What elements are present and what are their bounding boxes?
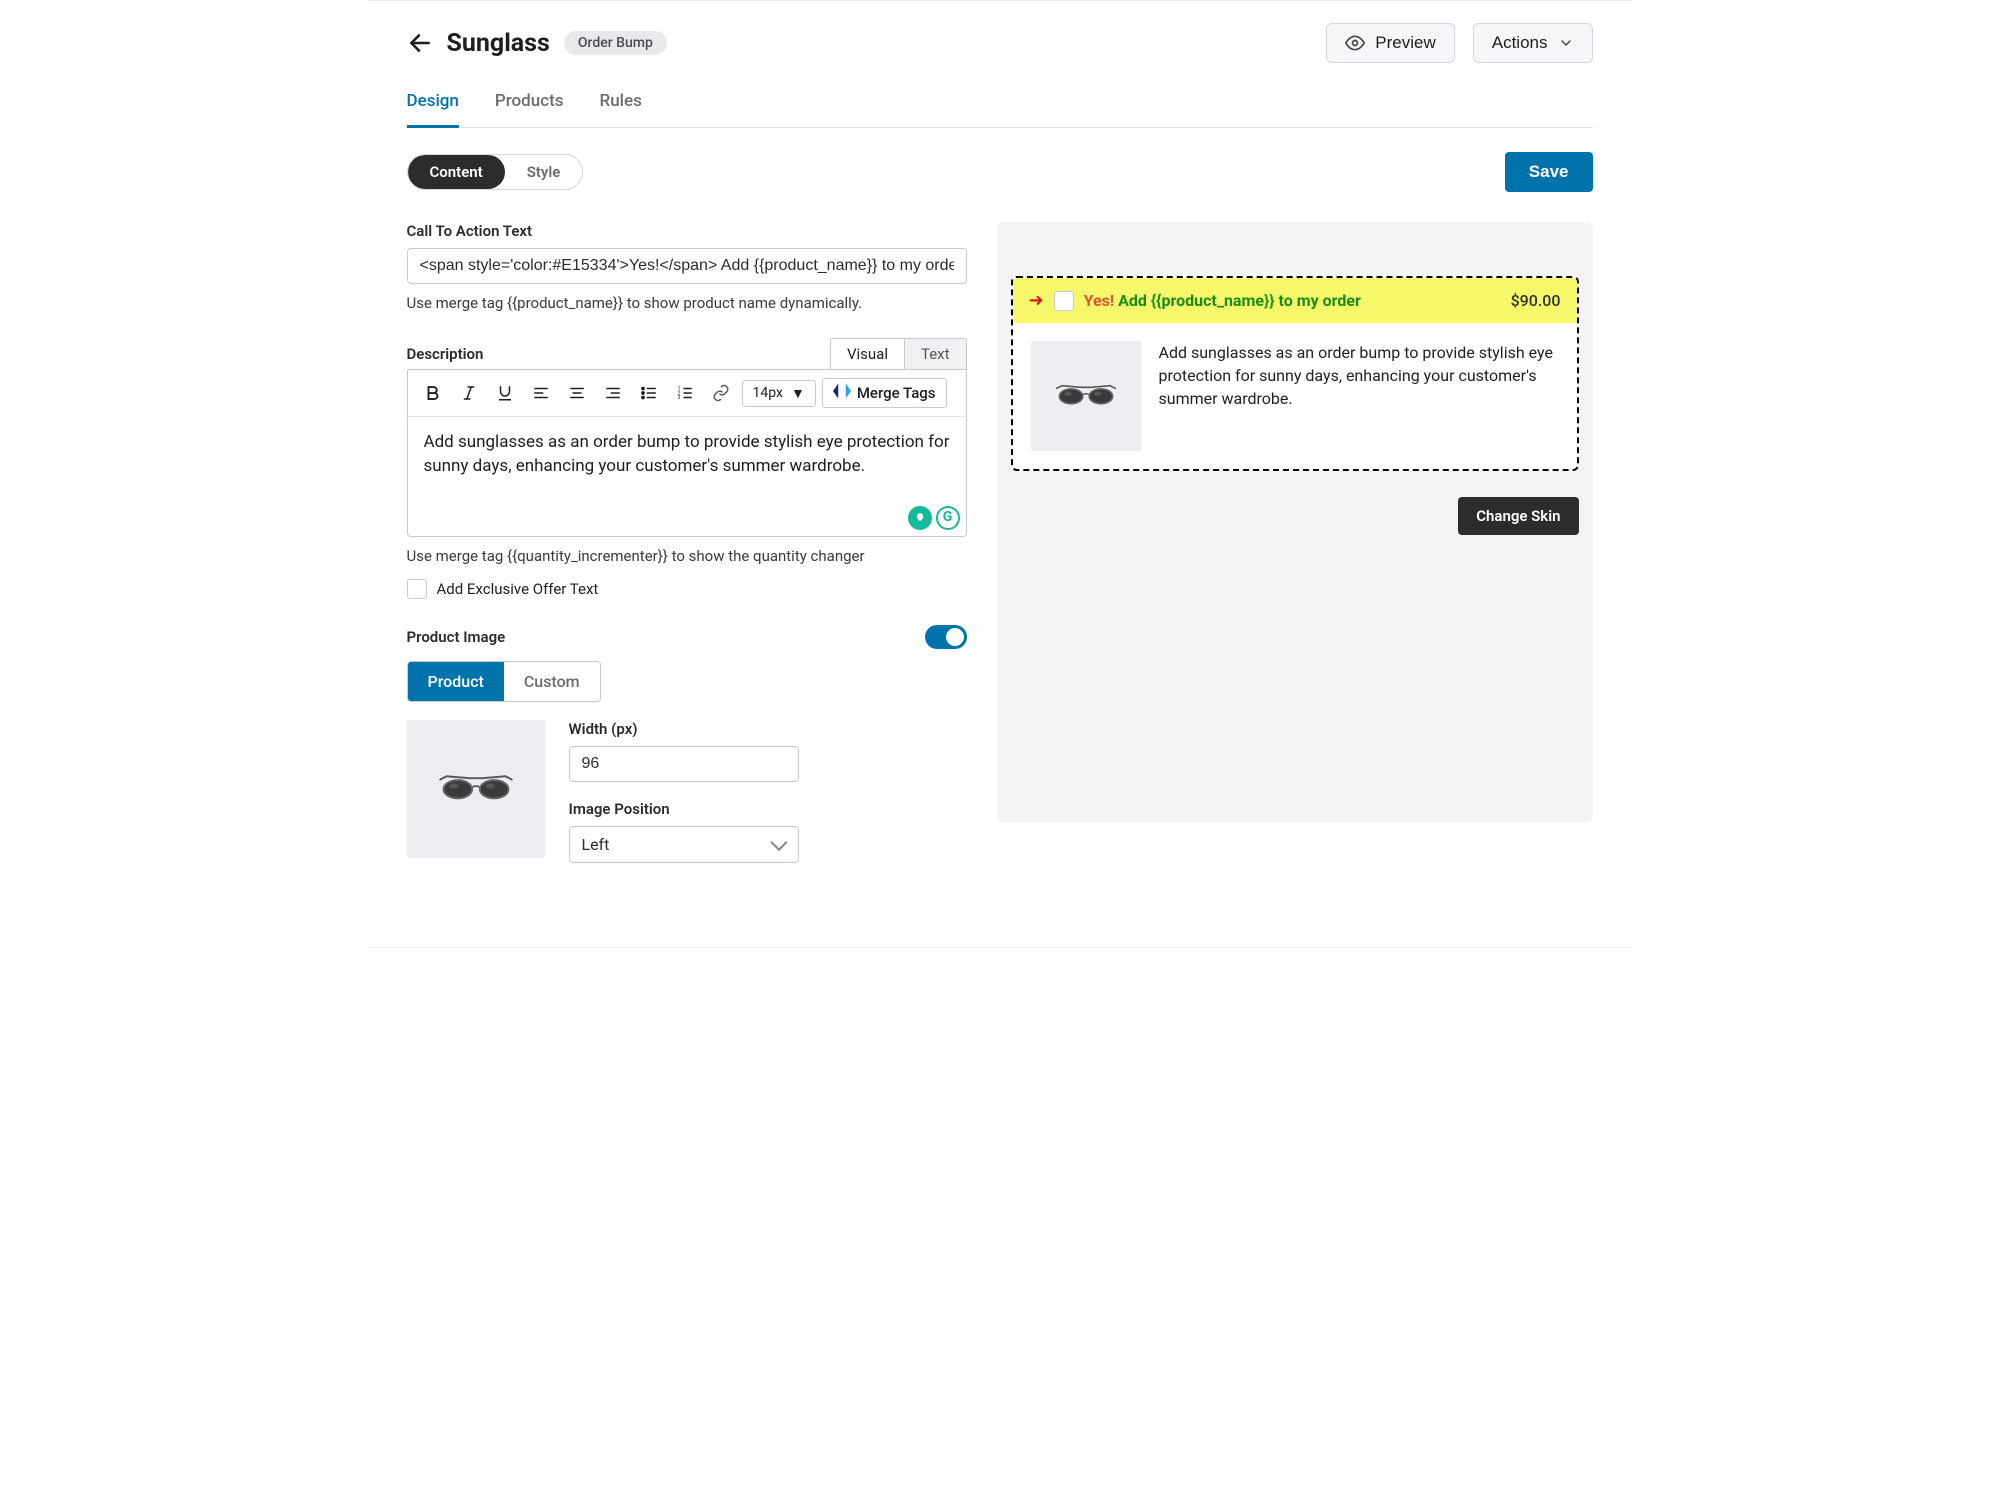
svg-text:3: 3 bbox=[677, 395, 680, 401]
back-arrow-icon[interactable] bbox=[407, 30, 433, 56]
image-position-select[interactable]: Left bbox=[569, 826, 799, 863]
image-source-toggle: Product Custom bbox=[407, 661, 601, 702]
save-button[interactable]: Save bbox=[1505, 152, 1593, 192]
caret-down-icon: ▼ bbox=[791, 385, 805, 402]
custom-image-tab[interactable]: Custom bbox=[504, 662, 600, 701]
page-header: Sunglass Order Bump Preview Actions bbox=[407, 1, 1593, 85]
change-skin-button[interactable]: Change Skin bbox=[1458, 497, 1578, 535]
bump-price: $90.00 bbox=[1511, 291, 1561, 310]
description-helper: Use merge tag {{quantity_incrementer}} t… bbox=[407, 547, 967, 565]
text-tab[interactable]: Text bbox=[904, 339, 966, 369]
editor-toolbar: 123 14px ▼ Merge Tags bbox=[407, 369, 967, 417]
content-pill[interactable]: Content bbox=[408, 155, 505, 189]
description-label: Description bbox=[407, 345, 484, 363]
page-title: Sunglass bbox=[447, 29, 550, 58]
actions-dropdown[interactable]: Actions bbox=[1473, 23, 1593, 63]
helper-badge-icon[interactable] bbox=[908, 506, 932, 530]
cta-helper: Use merge tag {{product_name}} to show p… bbox=[407, 294, 967, 312]
product-image-tab[interactable]: Product bbox=[408, 662, 504, 701]
bump-checkbox[interactable] bbox=[1054, 291, 1074, 311]
merge-tags-label: Merge Tags bbox=[857, 384, 936, 402]
tab-rules[interactable]: Rules bbox=[600, 85, 642, 128]
order-bump-preview: ➜ Yes! Add {{product_name}} to my order … bbox=[1011, 276, 1579, 471]
chevron-down-icon bbox=[1558, 35, 1574, 51]
align-left-icon[interactable] bbox=[526, 378, 556, 408]
merge-tags-icon bbox=[833, 383, 851, 403]
exclusive-offer-label: Add Exclusive Offer Text bbox=[437, 580, 599, 598]
align-center-icon[interactable] bbox=[562, 378, 592, 408]
preview-label: Preview bbox=[1375, 33, 1435, 53]
cta-input[interactable] bbox=[407, 248, 967, 284]
description-section: Description Visual Text 123 bbox=[407, 338, 967, 599]
bullet-list-icon[interactable] bbox=[634, 378, 664, 408]
tab-design[interactable]: Design bbox=[407, 85, 459, 128]
description-editor[interactable]: Add sunglasses as an order bump to provi… bbox=[407, 417, 967, 537]
bump-yes-text: Yes! bbox=[1084, 291, 1115, 310]
product-thumbnail[interactable] bbox=[407, 720, 545, 858]
ordered-list-icon[interactable]: 123 bbox=[670, 378, 700, 408]
font-size-select[interactable]: 14px ▼ bbox=[742, 380, 816, 407]
design-mode-toggle: Content Style bbox=[407, 154, 584, 190]
main-tabs: Design Products Rules bbox=[407, 85, 1593, 128]
merge-tags-button[interactable]: Merge Tags bbox=[822, 378, 947, 408]
sunglasses-icon bbox=[1054, 383, 1118, 410]
italic-icon[interactable] bbox=[454, 378, 484, 408]
bump-description: Add sunglasses as an order bump to provi… bbox=[1159, 341, 1559, 451]
image-position-label: Image Position bbox=[569, 800, 967, 818]
actions-label: Actions bbox=[1492, 33, 1548, 53]
sunglasses-icon bbox=[437, 773, 515, 806]
width-label: Width (px) bbox=[569, 720, 967, 738]
align-right-icon[interactable] bbox=[598, 378, 628, 408]
bump-rest-text: Add {{product_name}} to my order bbox=[1114, 291, 1361, 310]
cta-section: Call To Action Text Use merge tag {{prod… bbox=[407, 222, 967, 312]
product-image-label: Product Image bbox=[407, 628, 506, 646]
visual-tab[interactable]: Visual bbox=[831, 339, 904, 369]
style-pill[interactable]: Style bbox=[505, 155, 583, 189]
product-image-toggle[interactable] bbox=[925, 625, 967, 649]
bump-title: Yes! Add {{product_name}} to my order bbox=[1084, 291, 1501, 310]
eye-icon bbox=[1345, 33, 1365, 53]
font-size-value: 14px bbox=[753, 385, 783, 401]
bump-thumbnail bbox=[1031, 341, 1141, 451]
underline-icon[interactable] bbox=[490, 378, 520, 408]
cta-label: Call To Action Text bbox=[407, 222, 967, 240]
bump-header: ➜ Yes! Add {{product_name}} to my order … bbox=[1013, 278, 1577, 323]
preview-button[interactable]: Preview bbox=[1326, 23, 1454, 63]
order-bump-badge: Order Bump bbox=[564, 31, 667, 55]
link-icon[interactable] bbox=[706, 378, 736, 408]
description-body-text: Add sunglasses as an order bump to provi… bbox=[424, 432, 950, 476]
tab-products[interactable]: Products bbox=[495, 85, 564, 128]
editor-mode-tabs: Visual Text bbox=[830, 338, 967, 369]
product-image-section: Product Image Product Custom bbox=[407, 625, 967, 881]
exclusive-offer-checkbox[interactable] bbox=[407, 579, 427, 599]
bold-icon[interactable] bbox=[418, 378, 448, 408]
grammarly-icon[interactable]: G bbox=[936, 506, 960, 530]
preview-panel: ➜ Yes! Add {{product_name}} to my order … bbox=[997, 222, 1593, 822]
arrow-right-icon: ➜ bbox=[1029, 290, 1044, 311]
width-input[interactable] bbox=[569, 746, 799, 782]
